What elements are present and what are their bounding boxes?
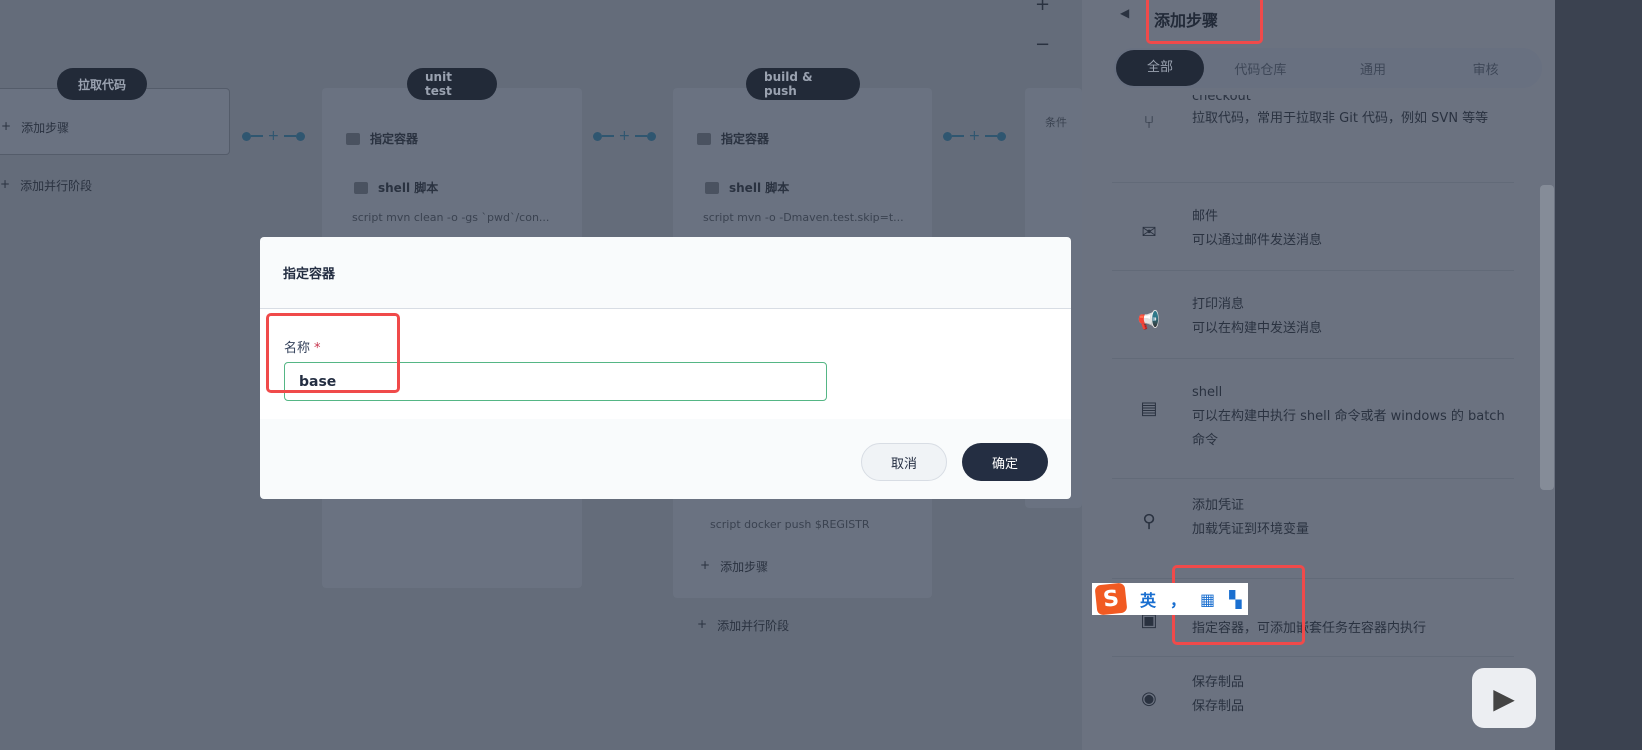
apps-icon[interactable]: ▚: [1229, 590, 1241, 609]
add-parallel-stage-button[interactable]: + 添加并行阶段: [0, 177, 92, 194]
tab-all[interactable]: 全部: [1116, 50, 1204, 86]
stage-connector[interactable]: +: [242, 128, 305, 144]
annotation-box: [1146, 0, 1263, 44]
terminal-icon: ▤: [1140, 398, 1158, 419]
mail-icon: ✉: [1141, 222, 1157, 243]
item-desc: 可以在构建中执行 shell 命令或者 windows 的 batch 命令: [1192, 409, 1505, 448]
item-title: shell: [1192, 385, 1223, 400]
item-title: 打印消息: [1192, 297, 1245, 312]
ime-language[interactable]: 英: [1140, 587, 1156, 611]
sogou-logo-icon: S: [1094, 582, 1128, 616]
tab-review[interactable]: 审核: [1429, 59, 1542, 78]
container-icon: [346, 132, 360, 145]
step-container[interactable]: 指定容器: [346, 130, 418, 147]
step-item-checkout[interactable]: ⑂ checkout 拉取代码，常用于拉取非 Git 代码，例如 SVN 等等: [1112, 95, 1514, 180]
step-script: script mvn clean -o -gs `pwd`/con...: [352, 211, 550, 224]
stage-connector[interactable]: +: [593, 128, 656, 144]
zoom-in-button[interactable]: +: [1035, 0, 1050, 15]
keyboard-icon[interactable]: ▦: [1200, 590, 1215, 609]
step-shell[interactable]: shell 脚本: [705, 179, 789, 196]
condition-label: 条件: [1045, 116, 1067, 129]
ime-punctuation[interactable]: ，: [1170, 587, 1186, 611]
item-title: checkout: [1192, 95, 1251, 104]
step-label: 指定容器: [721, 132, 770, 146]
add-parallel-label: 添加并行阶段: [717, 619, 790, 633]
stage-title[interactable]: 拉取代码: [57, 68, 147, 100]
item-title: 邮件: [1192, 209, 1219, 224]
step-script: script mvn -o -Dmaven.test.skip=t...: [703, 211, 904, 224]
terminal-icon: [354, 181, 368, 194]
plus-icon: +: [700, 558, 711, 572]
tab-general[interactable]: 通用: [1317, 59, 1430, 78]
step-shell[interactable]: shell 脚本: [354, 179, 438, 196]
step-container[interactable]: 指定容器: [697, 130, 769, 147]
bilibili-tv-icon: ▶: [1472, 668, 1536, 728]
category-tabs: 全部 代码仓库 通用 审核: [1114, 48, 1542, 88]
step-script: script docker push $REGISTR: [710, 518, 870, 531]
cancel-button[interactable]: 取消: [861, 443, 947, 481]
stage-title[interactable]: unit test: [407, 68, 497, 100]
add-step-button[interactable]: + 添加步骤: [1, 119, 69, 136]
terminal-icon: [705, 181, 719, 194]
item-title: 添加凭证: [1192, 498, 1245, 513]
tab-code-repo[interactable]: 代码仓库: [1204, 59, 1317, 78]
plus-icon: +: [1, 119, 12, 133]
stage-title[interactable]: build & push: [746, 68, 860, 100]
add-parallel-label: 添加并行阶段: [20, 179, 93, 193]
zoom-out-button[interactable]: −: [1035, 34, 1050, 55]
annotation-box: [266, 313, 400, 393]
container-icon: [697, 132, 711, 145]
dialog-title: 指定容器: [283, 267, 336, 282]
stage-connector[interactable]: +: [943, 128, 1006, 144]
item-desc: 加载凭证到环境变量: [1192, 522, 1310, 537]
item-desc: 可以在构建中发送消息: [1192, 321, 1323, 336]
collapse-icon[interactable]: ◀: [1120, 6, 1129, 20]
add-parallel-stage-button[interactable]: + 添加并行阶段: [697, 617, 789, 634]
item-desc: 可以通过邮件发送消息: [1192, 233, 1323, 248]
confirm-button[interactable]: 确定: [962, 443, 1048, 481]
add-step-panel: ◀ 添加步骤 全部 代码仓库 通用 审核 ⑂ checkout 拉取代码，常用于拉…: [1082, 0, 1555, 750]
item-desc: 拉取代码，常用于拉取非 Git 代码，例如 SVN 等等: [1192, 111, 1489, 126]
add-step-label: 添加步骤: [21, 121, 70, 135]
ime-toolbar[interactable]: S 英 ， ▦ ▚: [1092, 582, 1248, 616]
megaphone-icon: 📢: [1137, 310, 1161, 331]
step-label: shell 脚本: [729, 181, 790, 195]
git-branch-icon: ⑂: [1143, 112, 1155, 133]
add-step-label: 添加步骤: [720, 560, 769, 574]
key-icon: ⚲: [1142, 511, 1156, 532]
item-title: 保存制品: [1192, 675, 1245, 690]
step-label: shell 脚本: [378, 181, 439, 195]
step-label: 指定容器: [370, 132, 419, 146]
item-desc: 保存制品: [1192, 699, 1245, 714]
disc-icon: ◉: [1141, 688, 1157, 709]
window-edge: [1555, 0, 1642, 750]
panel-scrollbar[interactable]: [1540, 185, 1554, 490]
add-step-button[interactable]: + 添加步骤: [700, 558, 768, 575]
plus-icon: +: [697, 617, 708, 631]
plus-icon: +: [0, 177, 11, 191]
